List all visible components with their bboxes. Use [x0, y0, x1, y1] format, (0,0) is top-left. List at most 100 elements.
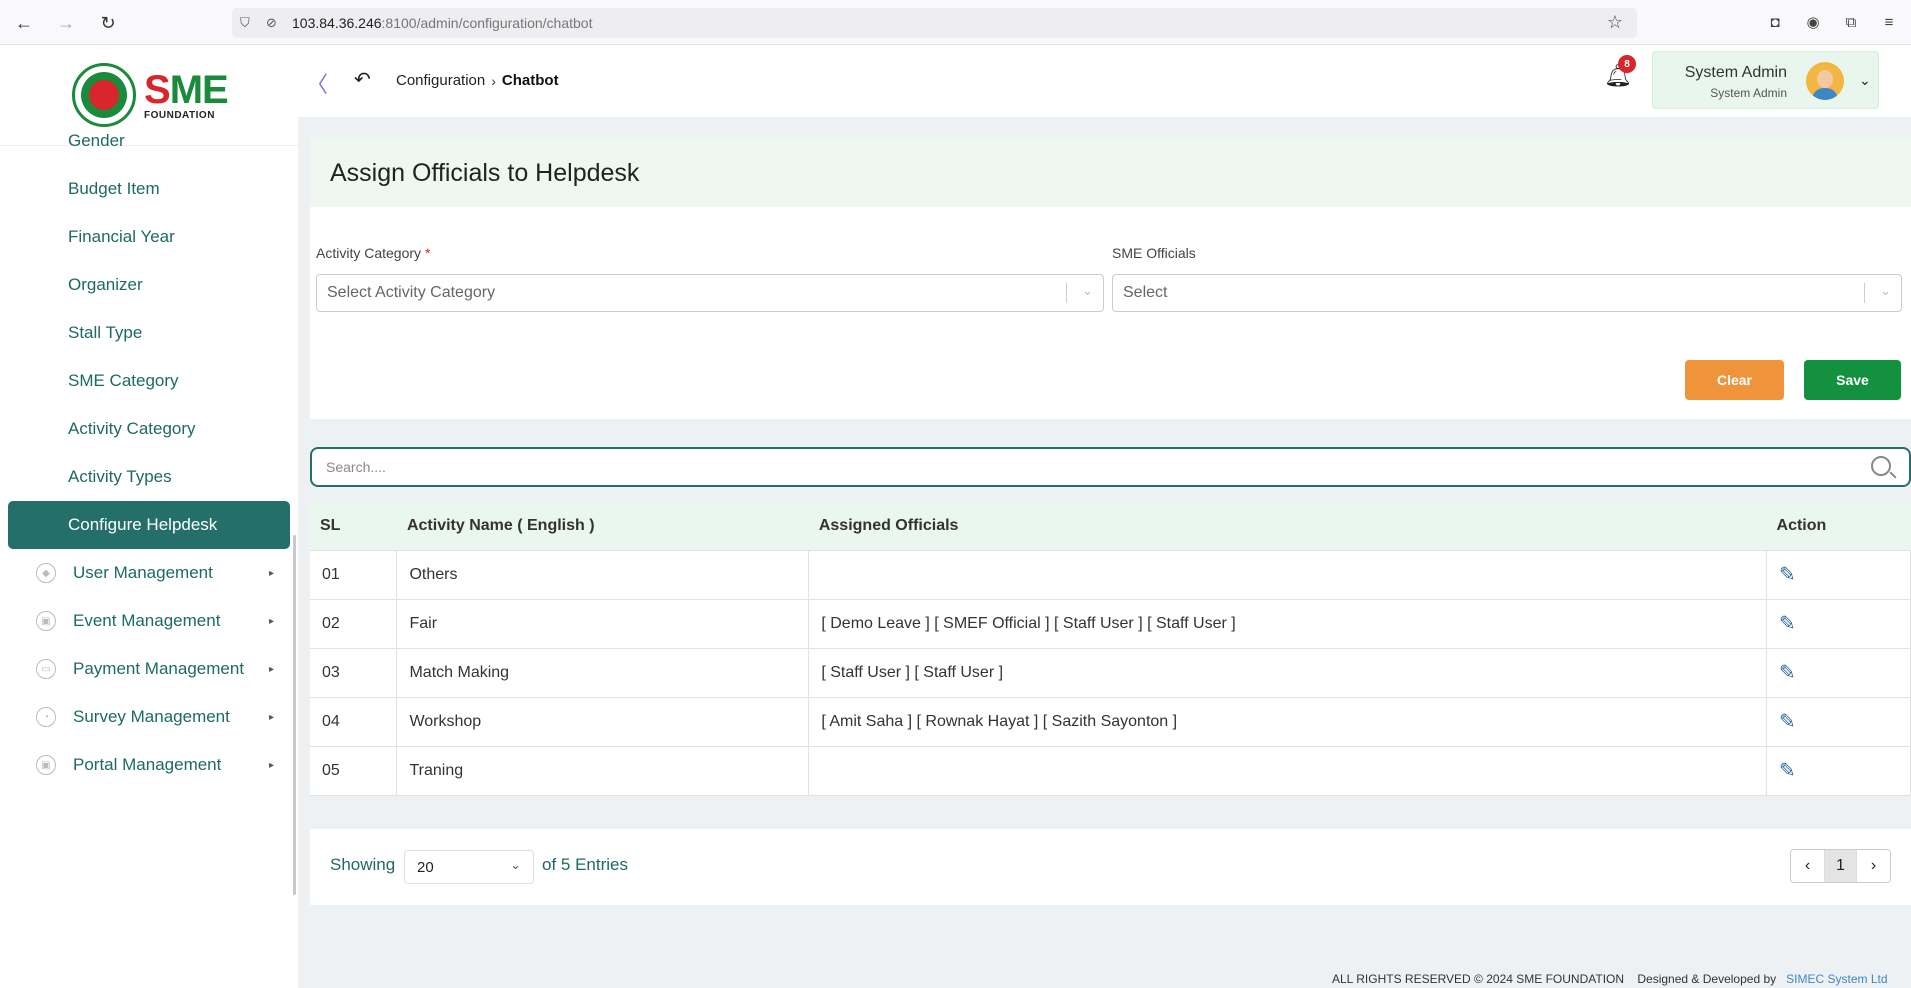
sidebar-item-label: Configure Helpdesk — [68, 515, 218, 534]
collapse-sidebar-icon[interactable]: 〈 — [306, 67, 328, 99]
lock-icon: ▣ — [36, 755, 56, 775]
sme-letters: SME — [144, 67, 229, 112]
cell-assigned-officials: [ Demo Leave ] [ SMEF Official ] [ Staff… — [808, 598, 1768, 649]
cell-sl: 02 — [310, 598, 398, 649]
sidebar-group-label: Event Management — [73, 611, 221, 630]
connection-icon: ⊘ — [266, 15, 277, 30]
undo-back-icon[interactable]: ↶ — [354, 67, 371, 92]
table-row: 05 Traning ✎ — [310, 745, 1911, 796]
sidebar: SME FOUNDATION Gender Budget Item Financ… — [0, 45, 298, 988]
sidebar-group-survey-management[interactable]: ◔ Survey Management ▸ — [0, 693, 298, 741]
top-header: 〈 ↶ Configuration › Chatbot 🔔︎ 8 System … — [298, 45, 1911, 117]
chevron-down-icon[interactable]: ⌄ — [1082, 283, 1093, 299]
sme-officials-select[interactable]: Select ⌄ — [1112, 274, 1902, 312]
clear-button[interactable]: Clear — [1685, 360, 1784, 400]
cell-activity-name: Traning — [396, 745, 810, 796]
shield-icon: ◆ — [36, 563, 56, 583]
table-row: 02 Fair [ Demo Leave ] [ SMEF Official ]… — [310, 598, 1911, 649]
cell-assigned-officials — [808, 549, 1768, 600]
pocket-icon[interactable]: ◘ — [1765, 12, 1785, 32]
sidebar-item-label: Stall Type — [68, 323, 143, 342]
page-size-select[interactable]: 20 ⌄ — [404, 850, 534, 884]
developer-link[interactable]: SIMEC System Ltd — [1786, 972, 1887, 986]
prev-page-icon[interactable]: ‹ — [1791, 850, 1824, 882]
sidebar-group-payment-management[interactable]: ▭ Payment Management ▸ — [0, 645, 298, 693]
cell-activity-name: Others — [396, 549, 810, 600]
extensions-icon[interactable]: ⧉ — [1841, 12, 1861, 32]
table-header: SL Activity Name ( English ) Assigned Of… — [310, 503, 1911, 550]
sidebar-item-budget-item[interactable]: Budget Item — [8, 165, 290, 213]
pie-chart-icon: ◔ — [36, 707, 56, 727]
sidebar-item-label: Budget Item — [68, 179, 160, 198]
sidebar-scrollbar[interactable] — [293, 535, 296, 895]
edit-icon[interactable]: ✎ — [1766, 745, 1911, 796]
edit-icon[interactable]: ✎ — [1766, 598, 1911, 649]
sme-wordmark: SME FOUNDATION — [144, 67, 229, 121]
footer-copyright: ALL RIGHTS RESERVED © 2024 SME FOUNDATIO… — [1332, 972, 1888, 986]
sidebar-item-activity-types[interactable]: Activity Types — [8, 453, 290, 501]
edit-icon[interactable]: ✎ — [1766, 696, 1911, 747]
pagination-panel: Showing 20 ⌄ of 5 Entries ‹ 1 › — [310, 829, 1911, 905]
sidebar-group-portal-management[interactable]: ▣ Portal Management ▸ — [0, 741, 298, 789]
sidebar-item-gender[interactable]: Gender — [8, 117, 290, 165]
activity-category-label-text: Activity Category — [316, 245, 422, 261]
forward-arrow-icon[interactable]: → — [56, 13, 76, 33]
notification-badge: 8 — [1618, 55, 1636, 73]
url-host: 103.84.36.246 — [292, 15, 382, 31]
sidebar-group-label: Survey Management — [73, 707, 230, 726]
reload-icon[interactable]: ↻ — [98, 13, 118, 33]
back-arrow-icon[interactable]: ← — [14, 13, 34, 33]
sidebar-item-label: SME Category — [68, 371, 179, 390]
save-button[interactable]: Save — [1804, 360, 1901, 400]
sidebar-item-label: Activity Category — [68, 419, 196, 438]
search-placeholder: Search.... — [326, 459, 386, 475]
url-path: :8100/admin/configuration/chatbot — [381, 15, 593, 31]
cell-activity-name: Workshop — [396, 696, 810, 747]
table-row: 03 Match Making [ Staff User ] [ Staff U… — [310, 647, 1911, 698]
user-role: System Admin — [1710, 86, 1787, 100]
page-size-value: 20 — [417, 858, 434, 876]
caret-right-icon: ▸ — [268, 567, 274, 579]
sidebar-item-activity-category[interactable]: Activity Category — [8, 405, 290, 453]
breadcrumb-parent[interactable]: Configuration — [396, 72, 485, 89]
required-marker: * — [424, 245, 431, 261]
breadcrumb: Configuration › Chatbot — [396, 72, 559, 89]
browser-actions: ◘ ◉ ⧉ ≡ — [1765, 12, 1899, 32]
table-row: 04 Workshop [ Amit Saha ] [ Rownak Hayat… — [310, 696, 1911, 747]
column-header-assigned-officials: Assigned Officials — [808, 503, 1767, 550]
cell-assigned-officials: [ Staff User ] [ Staff User ] — [808, 647, 1768, 698]
sidebar-item-sme-category[interactable]: SME Category — [8, 357, 290, 405]
sidebar-item-organizer[interactable]: Organizer — [8, 261, 290, 309]
column-header-sl: SL — [310, 503, 397, 550]
next-page-icon[interactable]: › — [1857, 850, 1890, 882]
sidebar-item-stall-type[interactable]: Stall Type — [8, 309, 290, 357]
sidebar-group-label: User Management — [73, 563, 213, 582]
search-icon[interactable] — [1871, 456, 1891, 476]
search-input[interactable]: Search.... — [310, 447, 1911, 487]
user-name: System Admin — [1684, 64, 1787, 81]
bookmark-star-icon[interactable]: ☆ — [1607, 12, 1623, 33]
page-number[interactable]: 1 — [1824, 850, 1857, 882]
page-title: Assign Officials to Helpdesk — [330, 159, 640, 187]
sidebar-group-event-management[interactable]: ▣ Event Management ▸ — [0, 597, 298, 645]
menu-icon[interactable]: ≡ — [1879, 12, 1899, 32]
account-icon[interactable]: ◉ — [1803, 12, 1823, 32]
sidebar-item-financial-year[interactable]: Financial Year — [8, 213, 290, 261]
caret-right-icon: ▸ — [268, 759, 274, 771]
sidebar-item-configure-helpdesk[interactable]: Configure Helpdesk — [8, 501, 290, 549]
edit-icon[interactable]: ✎ — [1766, 647, 1911, 698]
lock-icon: ▣ — [36, 611, 56, 631]
user-menu[interactable]: System Admin System Admin ⌄ — [1652, 51, 1879, 109]
chevron-down-icon[interactable]: ⌄ — [1880, 283, 1891, 299]
chevron-down-icon: ⌄ — [1859, 72, 1871, 88]
activity-category-select[interactable]: Select Activity Category ⌄ — [316, 274, 1104, 312]
avatar — [1806, 62, 1844, 100]
browser-nav: ← → ↻ — [14, 13, 118, 33]
edit-icon[interactable]: ✎ — [1766, 549, 1911, 600]
cell-sl: 01 — [310, 549, 398, 600]
sidebar-group-user-management[interactable]: ◆ User Management ▸ — [0, 549, 298, 597]
cell-activity-name: Fair — [396, 598, 810, 649]
address-bar[interactable]: ⛉ ⊘ 103.84.36.246:8100/admin/configurati… — [232, 8, 1637, 38]
helpdesk-table: SL Activity Name ( English ) Assigned Of… — [310, 503, 1911, 796]
column-header-activity-name: Activity Name ( English ) — [396, 503, 809, 550]
